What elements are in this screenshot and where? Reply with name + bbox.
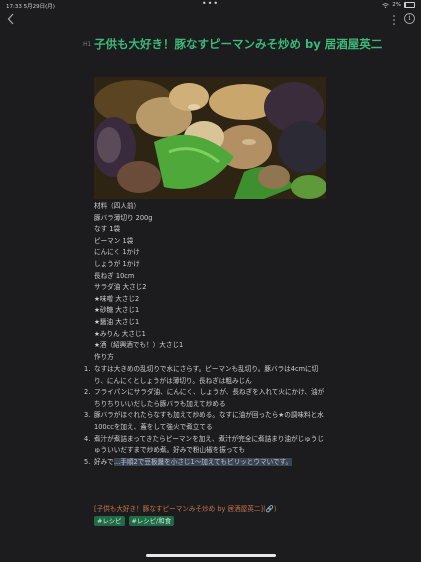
back-chevron-icon[interactable]: [6, 13, 16, 25]
ingredient-line: ★味噌 大さじ2: [94, 294, 140, 303]
note-title[interactable]: 子供も大好き！豚なすピーマンみそ炒め by 居酒屋英二: [94, 37, 394, 52]
ingredient-line: なす 1袋: [94, 225, 121, 234]
ingredient-line: ★醤油 大さじ1: [94, 317, 140, 326]
ingredient-line: ピーマン 1袋: [94, 236, 134, 245]
step-text-prefix: 好みで: [94, 457, 114, 466]
multitasking-dots[interactable]: •••: [202, 0, 219, 8]
step-text: り、にんにくとしょうがは薄切り。長ねぎは粗みじん: [94, 376, 252, 385]
step-text: ゅういいだすまで炒め煮。好みで粉山椒を振っても: [94, 446, 245, 455]
ingredient-line: サラダ油 大さじ2: [94, 283, 147, 292]
battery-percent: 2%: [392, 2, 401, 8]
more-vertical-icon[interactable]: [391, 14, 397, 26]
recipe-link-close: ): [273, 505, 277, 513]
tag-recipe-japanese[interactable]: #レシピ/和食: [128, 516, 174, 526]
steps-heading: 作り方: [94, 352, 114, 361]
dish-photo-art: [94, 77, 326, 199]
step-number: 4.: [84, 434, 91, 443]
ingredients-block: 材料（四人前） 豚バラ薄切り 200g なす 1袋 ピーマン 1袋 にんにく 1…: [94, 201, 334, 363]
status-time: 17:33 5月29日(月): [6, 4, 55, 10]
ingredient-line: ★酒（紹興酒でも！）大さじ1: [94, 341, 184, 350]
step-text: 好みで…手順2で豆板醤を小さじ1〜加えてもピリッとウマいです。: [94, 457, 334, 469]
ingredient-line: 材料（四人前）: [94, 202, 141, 210]
step-number: 3.: [84, 411, 91, 420]
recipe-link[interactable]: [子供も大好き！豚なすピーマンみそ炒め by 居酒屋英二](🔗): [94, 503, 276, 513]
status-bar: 17:33 5月29日(月) ••• 2%: [0, 0, 421, 10]
step-item: 4. 煮汁が煮詰まってきたらピーマンを加え、煮汁が完全に煮詰まり油がじゅうじ ゅ…: [84, 434, 334, 457]
step-text: ちりちりいいだしたら豚バラも加えて炒める: [94, 399, 226, 408]
step-text: 100ccを加え、蓋をして強火で煮立てる: [94, 422, 213, 431]
battery-icon: [404, 2, 415, 8]
step-item: 3. 豚バラがほぐれたらなすも加えて炒める。なすに油が回ったら★の調味料と水 1…: [84, 410, 334, 433]
step-text: 豚バラがほぐれたらなすも加えて炒める。なすに油が回ったら★の調味料と水: [94, 411, 324, 420]
ingredient-line: 長ねぎ 10cm: [94, 271, 135, 280]
steps-list: 1. なすは大きめの乱切りで水にさらす。ピーマンも乱切り。豚バラは4cmに切 り…: [84, 364, 334, 468]
wifi-icon: [382, 2, 389, 8]
step-number: 2.: [84, 388, 91, 397]
ingredient-line: ★砂糖 大さじ1: [94, 306, 140, 315]
step-text: フライパンにサラダ油、にんにく、しょうが、長ねぎを入れて火にかけ、油が: [94, 388, 325, 397]
recipe-link-text[interactable]: [子供も大好き！豚なすピーマンみそ炒め by 居酒屋英二](: [94, 505, 266, 513]
ingredient-line: ★みりん 大さじ1: [94, 329, 146, 338]
highlighted-text[interactable]: …手順2で豆板醤を小さじ1〜加えてもピリッとウマいです。: [113, 457, 293, 466]
step-item: 2. フライパンにサラダ油、にんにく、しょうが、長ねぎを入れて火にかけ、油が ち…: [84, 387, 334, 410]
step-text: なすは大きめの乱切りで水にさらす。ピーマンも乱切り。豚バラは4cmに切: [94, 365, 319, 373]
tag-list: #レシピ #レシピ/和食: [94, 516, 174, 526]
heading-marker: H1: [83, 41, 92, 48]
ingredient-line: しょうが 1かけ: [94, 259, 140, 268]
home-indicator[interactable]: [146, 554, 276, 557]
ingredient-line: にんにく 1かけ: [94, 248, 140, 257]
step-text: 煮汁が煮詰まってきたらピーマンを加え、煮汁が完全に煮詰まり油がじゅうじ: [94, 434, 324, 443]
ingredient-line: 豚バラ薄切り 200g: [94, 213, 153, 222]
step-item: 1. なすは大きめの乱切りで水にさらす。ピーマンも乱切り。豚バラは4cmに切 り…: [84, 364, 334, 387]
step-number: 5.: [84, 457, 91, 466]
info-icon[interactable]: i: [404, 13, 415, 24]
step-number: 1.: [84, 365, 91, 373]
dish-photo: [94, 77, 326, 199]
tag-recipe[interactable]: #レシピ: [94, 516, 125, 526]
step-item: 5. 好みで…手順2で豆板醤を小さじ1〜加えてもピリッとウマいです。: [84, 457, 334, 469]
status-right: 2%: [382, 2, 415, 8]
link-icon: 🔗: [265, 505, 274, 513]
